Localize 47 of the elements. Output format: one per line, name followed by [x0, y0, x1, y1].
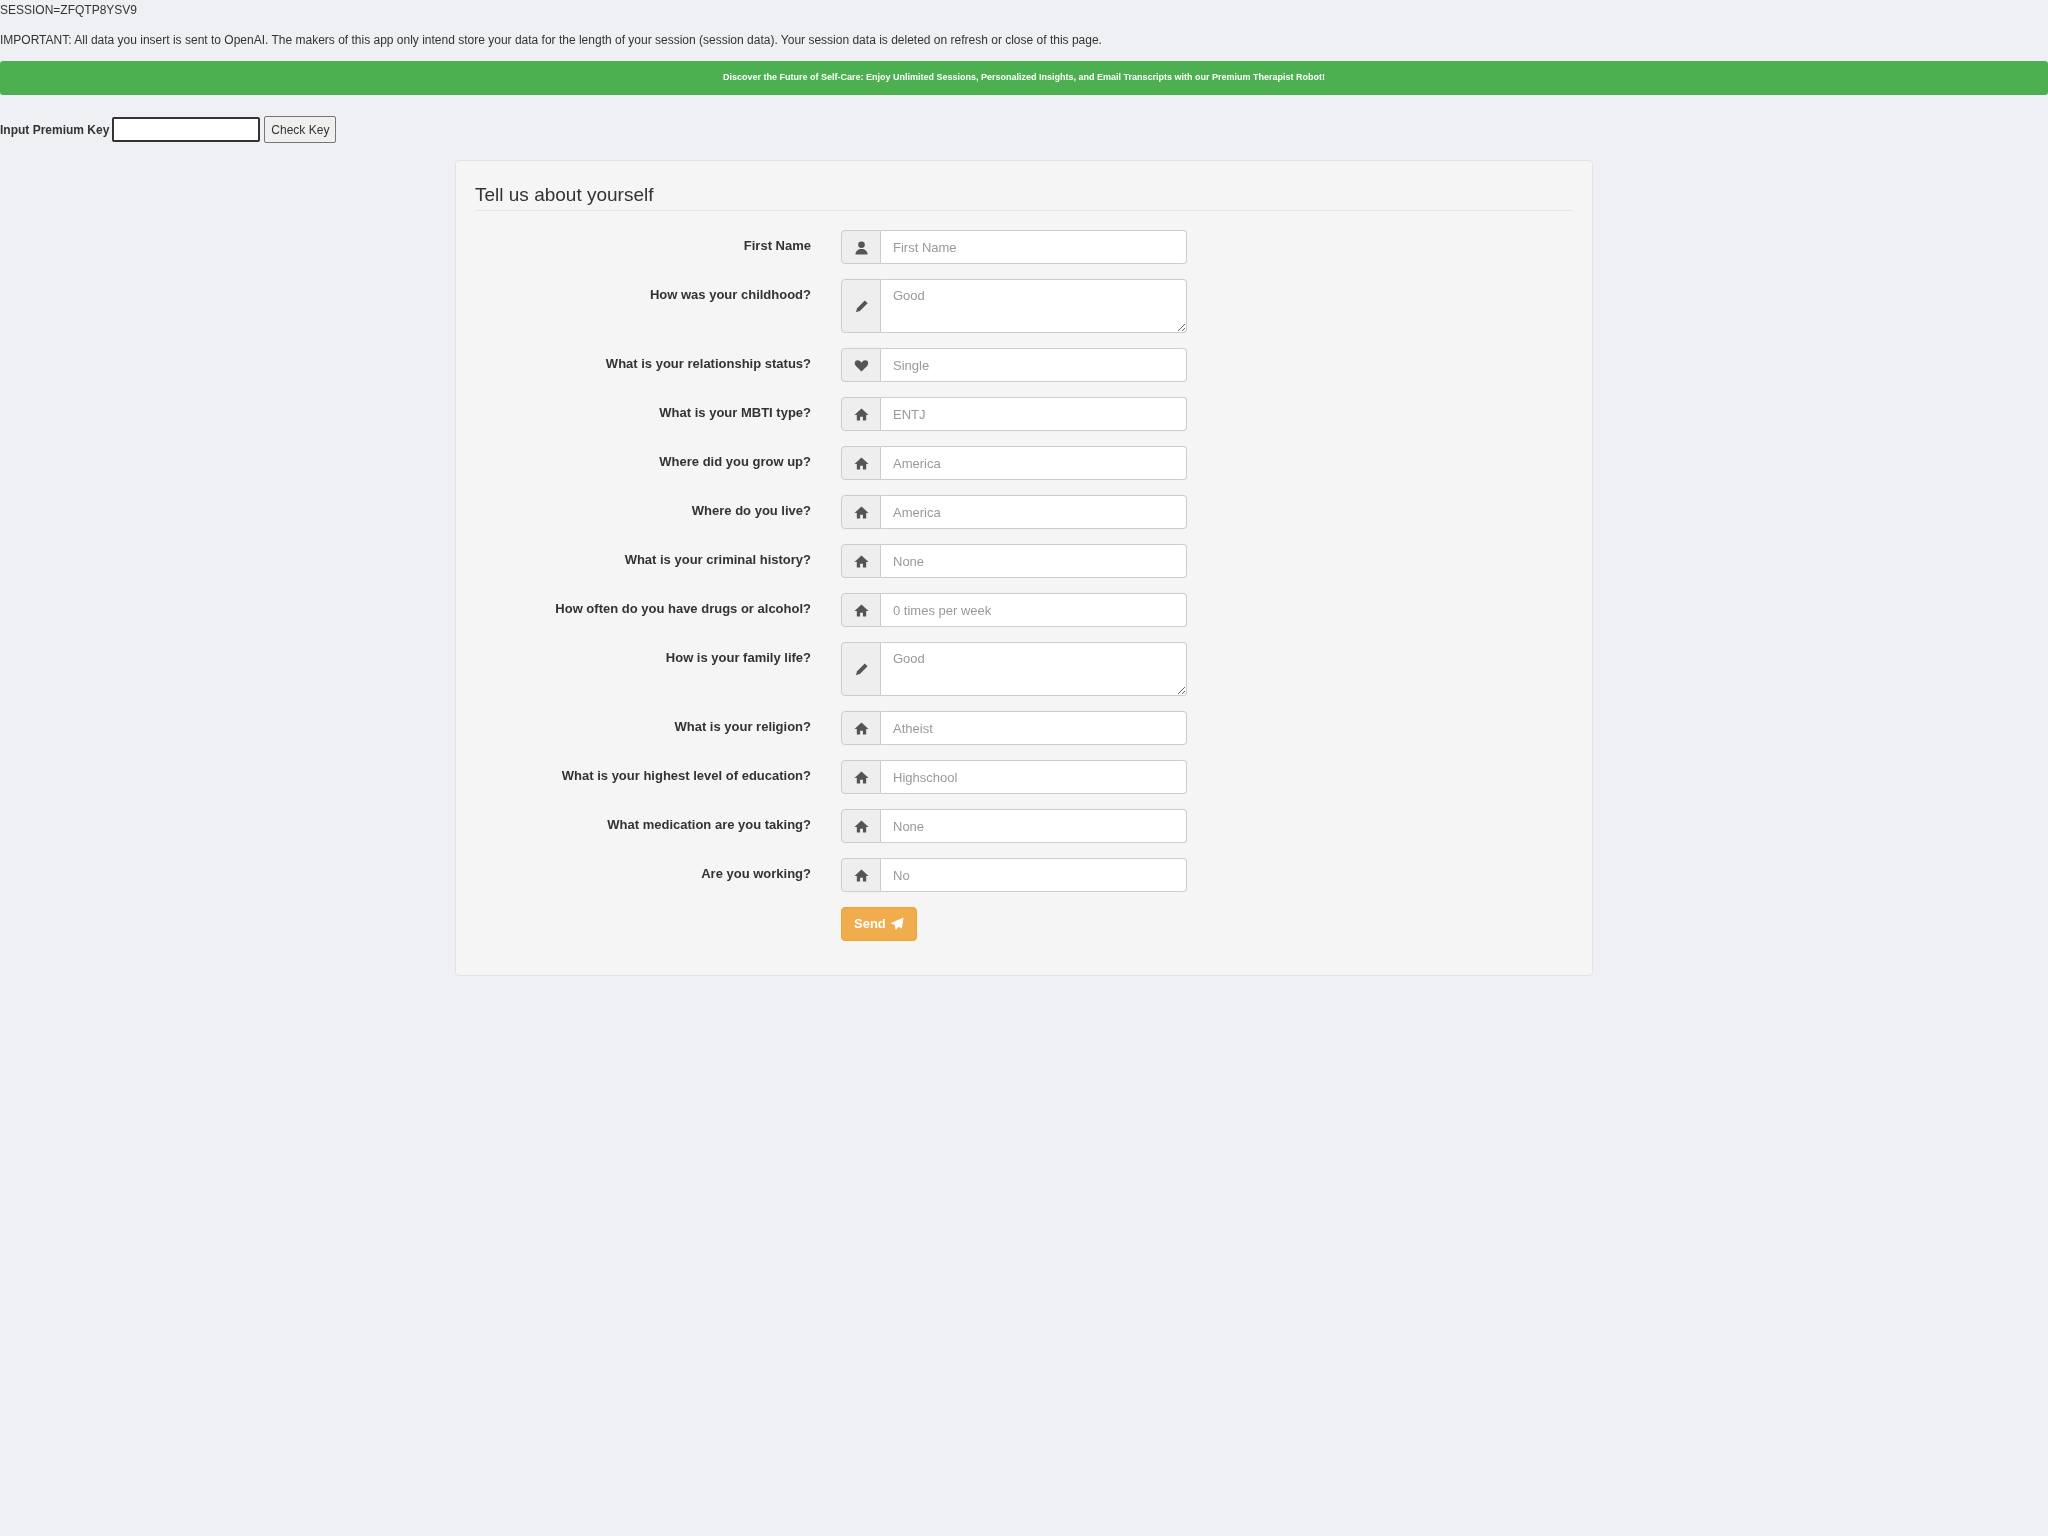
field-label: Where do you live? [691, 503, 811, 520]
input-field[interactable]: America [881, 446, 1187, 480]
textarea-field[interactable]: Good [881, 279, 1187, 333]
home-icon [853, 602, 869, 618]
field-label: How often do you have drugs or alcohol? [555, 601, 811, 618]
home-icon [853, 867, 869, 883]
input-field[interactable]: None [881, 544, 1187, 578]
field-label: What is your religion? [674, 719, 811, 736]
premium-key-label: Input Premium Key [0, 121, 110, 139]
home-icon [853, 406, 869, 422]
promo-banner: Discover the Future of Self-Care: Enjoy Unlimited Sessions, Personalized Insights, and Email Transcripts with our Premium Therapist Robot! [0, 61, 2048, 95]
paper-plane-icon [889, 917, 904, 931]
premium-key-input[interactable] [112, 117, 261, 142]
input-field[interactable]: No [881, 858, 1187, 892]
input-field[interactable]: First Name [881, 230, 1187, 264]
session-id: SESSION=ZFQTP8YSV9 [0, 2, 138, 18]
home-icon [853, 553, 869, 569]
field-label: What medication are you taking? [607, 817, 811, 834]
field-label: What is your relationship status? [605, 356, 811, 373]
field-label: What is your MBTI type? [659, 405, 811, 422]
input-field[interactable]: Atheist [881, 711, 1187, 745]
field-label: Are you working? [701, 866, 811, 883]
form-title: Tell us about yourself [475, 183, 1573, 211]
pencil-icon [853, 661, 869, 677]
field-label: What is your criminal history? [624, 552, 811, 569]
field-label: Where did you grow up? [659, 454, 811, 471]
check-key-button[interactable]: Check Key [264, 116, 337, 143]
home-icon [853, 769, 869, 785]
textarea-field[interactable]: Good [881, 642, 1187, 696]
home-icon [853, 455, 869, 471]
input-field[interactable]: None [881, 809, 1187, 843]
field-label: How was your childhood? [649, 287, 811, 304]
input-field[interactable]: Single [881, 348, 1187, 382]
field-label: How is your family life? [665, 650, 811, 667]
input-field[interactable]: 0 times per week [881, 593, 1187, 627]
heart-icon [853, 357, 869, 373]
pencil-icon [853, 298, 869, 314]
home-icon [853, 504, 869, 520]
field-label: What is your highest level of education? [561, 768, 811, 785]
privacy-notice: IMPORTANT: All data you insert is sent to OpenAI. The makers of this app only intend store your data for the length of your session (session data). Your session data is deleted on refresh or close of this page. [0, 32, 1102, 48]
input-field[interactable]: America [881, 495, 1187, 529]
user-icon [853, 239, 869, 255]
home-icon [853, 818, 869, 834]
input-field[interactable]: ENTJ [881, 397, 1187, 431]
input-field[interactable]: Highschool [881, 760, 1187, 794]
home-icon [853, 720, 869, 736]
field-label: First Name [743, 238, 811, 255]
